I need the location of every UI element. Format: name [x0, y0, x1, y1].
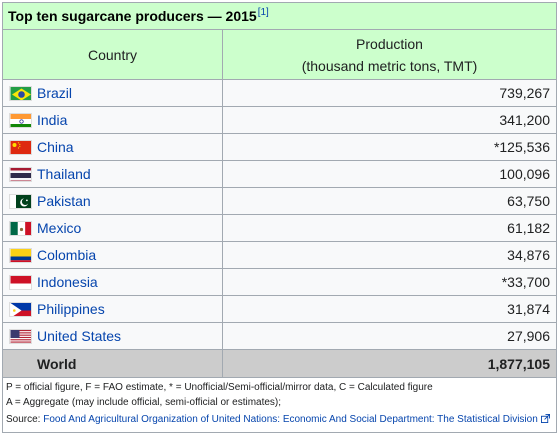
country-link[interactable]: Pakistan	[37, 193, 91, 209]
country-cell: Philippines	[3, 296, 223, 322]
country-link[interactable]: Brazil	[37, 85, 72, 101]
table-title: Top ten sugarcane producers — 2015	[8, 8, 257, 24]
source-link[interactable]: Food And Agricultural Organization of Un…	[43, 414, 538, 425]
production-value: 63,750	[507, 193, 550, 209]
table-header: Country Production (thousand metric tons…	[3, 30, 556, 80]
production-table: Top ten sugarcane producers — 2015 [1] C…	[2, 2, 557, 433]
table-row: Pakistan 63,750	[3, 188, 556, 215]
production-value: 27,906	[507, 328, 550, 344]
source-label: Source:	[6, 414, 44, 425]
notes-line-2: A = Aggregate (may include official, sem…	[6, 397, 282, 408]
table-row: India 341,200	[3, 107, 556, 134]
country-cell: Mexico	[3, 215, 223, 241]
world-total-row: World 1,877,105	[3, 350, 556, 378]
table-row: United States 27,906	[3, 323, 556, 350]
header-production: Production (thousand metric tons, TMT)	[223, 30, 556, 79]
country-link[interactable]: Indonesia	[37, 274, 98, 290]
country-cell: India	[3, 107, 223, 133]
country-cell: Brazil	[3, 80, 223, 106]
usa-flag-icon	[9, 328, 32, 344]
world-label: World	[3, 350, 223, 377]
external-link-icon	[540, 414, 550, 423]
india-flag-icon	[9, 112, 32, 128]
production-value: 100,096	[499, 166, 550, 182]
notes-line-1: P = official figure, F = FAO estimate, *…	[6, 382, 433, 393]
country-link[interactable]: India	[37, 112, 67, 128]
table-row: Colombia 34,876	[3, 242, 556, 269]
source-line: Source: Food And Agricultural Organizati…	[3, 410, 556, 425]
country-link[interactable]: Philippines	[37, 301, 105, 317]
table-row: Philippines 31,874	[3, 296, 556, 323]
china-flag-icon	[9, 139, 32, 155]
country-link[interactable]: United States	[37, 328, 121, 344]
country-cell: Pakistan	[3, 188, 223, 214]
brazil-flag-icon	[9, 85, 32, 101]
country-link[interactable]: Thailand	[37, 166, 91, 182]
reference-link[interactable]: [1]	[258, 7, 269, 18]
production-value: *125,536	[493, 139, 550, 155]
header-production-unit: (thousand metric tons, TMT)	[301, 57, 478, 74]
header-country: Country	[3, 30, 223, 79]
production-value: 739,267	[499, 85, 550, 101]
production-value: 31,874	[507, 301, 550, 317]
table-row: Mexico 61,182	[3, 215, 556, 242]
indonesia-flag-icon	[9, 274, 32, 290]
country-cell: Thailand	[3, 161, 223, 187]
table-notes: P = official figure, F = FAO estimate, *…	[3, 378, 556, 410]
production-value: 34,876	[507, 247, 550, 263]
country-link[interactable]: Colombia	[37, 247, 96, 263]
table-row: Thailand 100,096	[3, 161, 556, 188]
world-value: 1,877,105	[487, 355, 550, 372]
table-row: Indonesia *33,700	[3, 269, 556, 296]
production-value: 341,200	[499, 112, 550, 128]
philippines-flag-icon	[9, 301, 32, 317]
production-value: *33,700	[501, 274, 550, 290]
country-cell: Indonesia	[3, 269, 223, 295]
table-body: Brazil 739,267 India 341,200 China *125,536 Th…	[3, 80, 556, 350]
country-link[interactable]: Mexico	[37, 220, 81, 236]
country-link[interactable]: China	[37, 139, 74, 155]
pakistan-flag-icon	[9, 193, 32, 209]
thailand-flag-icon	[9, 166, 32, 182]
mexico-flag-icon	[9, 220, 32, 236]
table-row: China *125,536	[3, 134, 556, 161]
country-cell: United States	[3, 323, 223, 349]
country-cell: China	[3, 134, 223, 160]
production-value: 61,182	[507, 220, 550, 236]
colombia-flag-icon	[9, 247, 32, 263]
table-title-row: Top ten sugarcane producers — 2015 [1]	[3, 3, 556, 30]
country-cell: Colombia	[3, 242, 223, 268]
header-production-label: Production	[356, 35, 423, 52]
table-row: Brazil 739,267	[3, 80, 556, 107]
